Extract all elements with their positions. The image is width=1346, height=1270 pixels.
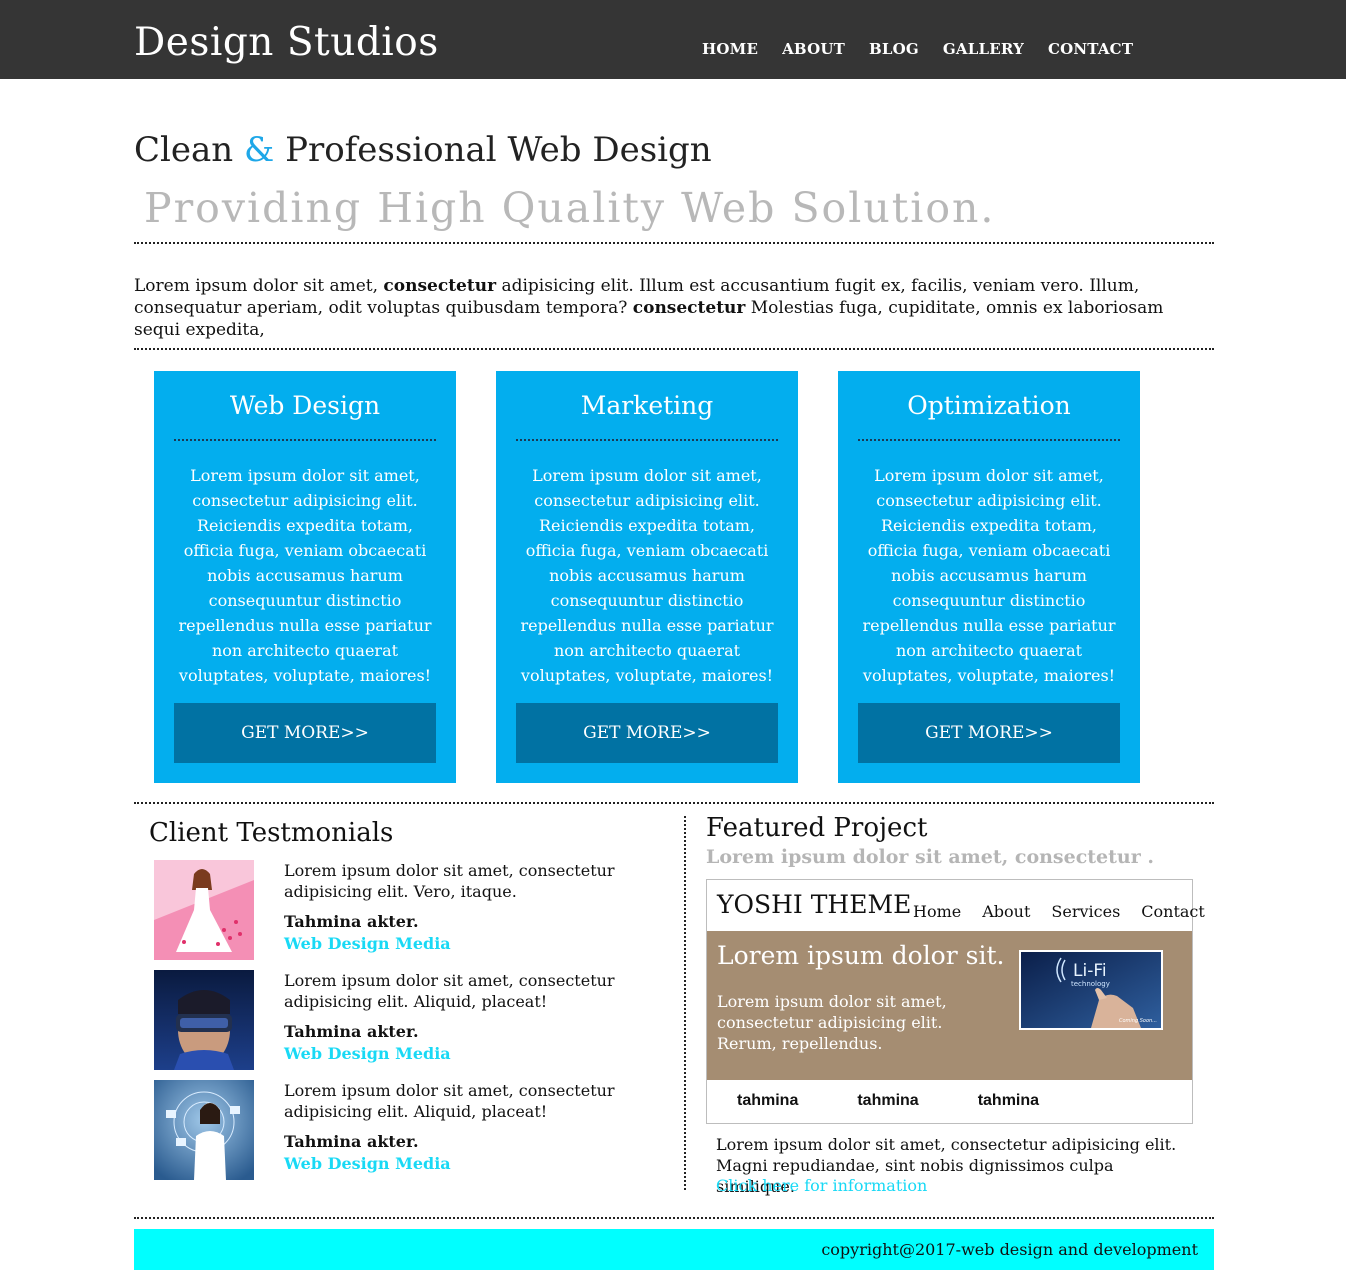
client-photo <box>154 860 254 960</box>
testimonial-company-link[interactable]: Web Design Media <box>284 1044 451 1063</box>
lifi-note: Coming Soon... <box>1119 1018 1157 1024</box>
preview-nav: Home About Services Contact <box>913 902 1205 921</box>
column-divider <box>684 816 686 1190</box>
preview-banner: Lorem ipsum dolor sit. Lorem ipsum dolor… <box>707 931 1192 1080</box>
preview-tabs: tahmina tahmina tahmina <box>737 1092 1039 1110</box>
service-card-text: Lorem ipsum dolor sit amet, consectetur … <box>862 466 1116 685</box>
client-photo <box>154 1080 254 1180</box>
divider <box>134 1217 1214 1219</box>
hero-title-part2: Professional Web Design <box>274 130 712 170</box>
service-card-text: Lorem ipsum dolor sit amet, consectetur … <box>520 466 774 685</box>
card-divider <box>516 439 778 441</box>
intro-bold: consectetur <box>383 276 497 296</box>
client-photo <box>154 970 254 1070</box>
testimonial-text: Lorem ipsum dolor sit amet, consectetur … <box>284 1081 615 1121</box>
preview-banner-text: Lorem ipsum dolor sit amet, consectetur … <box>717 992 947 1053</box>
testimonial-company-link[interactable]: Web Design Media <box>284 1154 451 1173</box>
featured-title: Featured Project <box>706 813 928 843</box>
get-more-button[interactable]: GET MORE>> <box>174 703 436 763</box>
site-footer: copyright@2017-web design and developmen… <box>134 1229 1214 1270</box>
preview-banner-title: Lorem ipsum dolor sit. <box>717 941 1005 970</box>
get-more-button[interactable]: GET MORE>> <box>858 703 1120 763</box>
nav-home[interactable]: HOME <box>702 40 758 58</box>
preview-nav-home[interactable]: Home <box>913 902 961 921</box>
hero-title: Clean & Professional Web Design <box>134 130 712 170</box>
testimonial-company-link[interactable]: Web Design Media <box>284 934 451 953</box>
testimonial-author: Tahmina akter. <box>284 1132 419 1151</box>
preview-brand: YOSHI THEME <box>717 890 912 919</box>
testimonial-author: Tahmina akter. <box>284 912 419 931</box>
divider <box>134 242 1214 244</box>
get-more-button[interactable]: GET MORE>> <box>516 703 778 763</box>
intro-paragraph: Lorem ipsum dolor sit amet, consectetur … <box>134 275 1214 341</box>
service-card-web-design: Web Design Lorem ipsum dolor sit amet, c… <box>154 371 456 783</box>
card-divider <box>174 439 436 441</box>
intro-bold: consectetur <box>632 298 746 318</box>
testimonial-text: Lorem ipsum dolor sit amet, consectetur … <box>284 861 615 901</box>
nav-blog[interactable]: BLOG <box>869 40 919 58</box>
hero-title-part1: Clean <box>134 130 244 170</box>
service-card-title: Web Design <box>229 391 381 420</box>
service-card-title: Marketing <box>580 391 714 420</box>
lifi-title: Li-Fi <box>1073 961 1107 981</box>
divider <box>134 802 1214 804</box>
hero-title-ampersand: & <box>244 130 275 170</box>
lifi-image: Li-Fi technology Coming Soon... <box>1019 950 1163 1030</box>
testimonial-item: Lorem ipsum dolor sit amet, consectetur … <box>154 860 634 960</box>
hero-subtitle: Providing High Quality Web Solution. <box>144 184 996 232</box>
service-card-title: Optimization <box>907 391 1071 420</box>
testimonial-text: Lorem ipsum dolor sit amet, consectetur … <box>284 971 615 1011</box>
site-header: Design Studios HOME ABOUT BLOG GALLERY C… <box>0 0 1346 79</box>
featured-subtitle: Lorem ipsum dolor sit amet, consectetur … <box>706 846 1154 868</box>
service-card-optimization: Optimization Lorem ipsum dolor sit amet,… <box>838 371 1140 783</box>
main-nav: HOME ABOUT BLOG GALLERY CONTACT <box>702 40 1133 58</box>
preview-tab[interactable]: tahmina <box>737 1092 798 1110</box>
testimonials-title: Client Testmonials <box>149 818 394 848</box>
preview-tab[interactable]: tahmina <box>978 1092 1039 1110</box>
testimonial-item: Lorem ipsum dolor sit amet, consectetur … <box>154 1080 634 1180</box>
project-preview[interactable]: YOSHI THEME Home About Services Contact … <box>706 879 1205 1124</box>
featured-info-link[interactable]: Click here for information <box>716 1176 927 1195</box>
nav-gallery[interactable]: GALLERY <box>943 40 1024 58</box>
preview-tab[interactable]: tahmina <box>857 1092 918 1110</box>
intro-text: Lorem ipsum dolor sit amet, <box>134 276 384 296</box>
copyright-text: copyright@2017-web design and developmen… <box>821 1240 1198 1259</box>
testimonial-item: Lorem ipsum dolor sit amet, consectetur … <box>154 970 634 1070</box>
divider <box>134 348 1214 350</box>
preview-nav-about[interactable]: About <box>982 902 1030 921</box>
nav-about[interactable]: ABOUT <box>782 40 845 58</box>
lifi-subtitle: technology <box>1071 980 1110 988</box>
service-card-text: Lorem ipsum dolor sit amet, consectetur … <box>178 466 432 685</box>
testimonial-author: Tahmina akter. <box>284 1022 419 1041</box>
preview-nav-contact[interactable]: Contact <box>1141 902 1205 921</box>
nav-contact[interactable]: CONTACT <box>1048 40 1133 58</box>
site-logo[interactable]: Design Studios <box>134 20 439 65</box>
preview-nav-services[interactable]: Services <box>1051 902 1120 921</box>
service-card-marketing: Marketing Lorem ipsum dolor sit amet, co… <box>496 371 798 783</box>
card-divider <box>858 439 1120 441</box>
